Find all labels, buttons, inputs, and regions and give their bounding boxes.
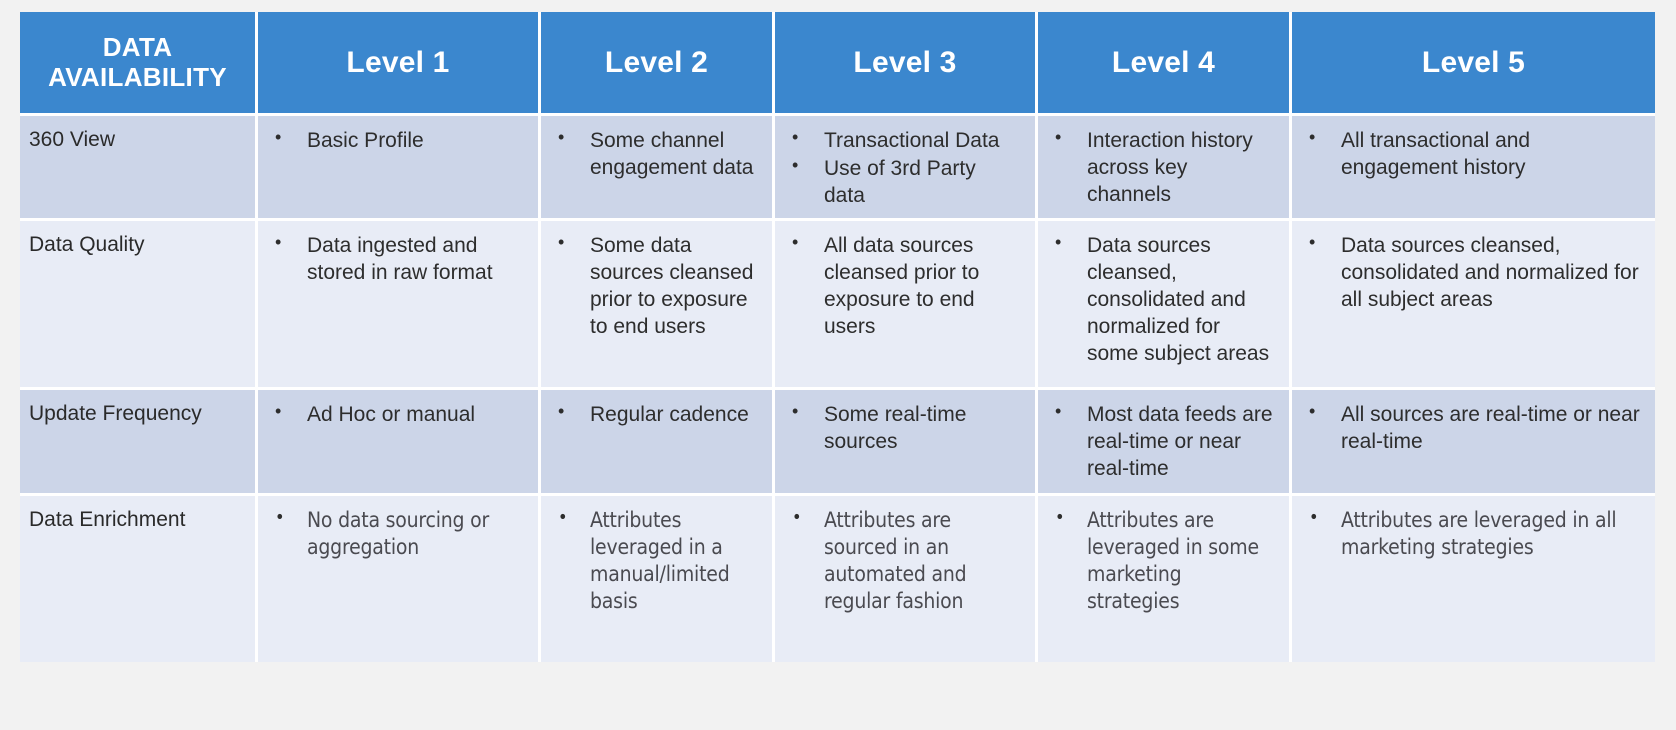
bullet-list: Interaction history across key channels xyxy=(1052,126,1275,208)
list-item: Attributes leveraged in a manual/limited… xyxy=(555,506,758,615)
bullet-list: All sources are real-time or near real-t… xyxy=(1306,400,1641,455)
header-cell-level-4: Level 4 xyxy=(1038,12,1292,113)
cell-data-enrichment-level-5: Attributes are leveraged in all marketin… xyxy=(1292,493,1655,662)
bullet-list: All transactional and engagement history xyxy=(1306,126,1641,181)
cell-data-enrichment-level-1: No data sourcing or aggregation xyxy=(258,493,541,662)
bullet-list: Basic Profile xyxy=(272,126,524,154)
cell-update-frequency-level-1: Ad Hoc or manual xyxy=(258,387,541,493)
list-item: Ad Hoc or manual xyxy=(272,400,524,428)
list-item: Some real-time sources xyxy=(789,400,1021,455)
list-item: All data sources cleansed prior to expos… xyxy=(789,231,1021,340)
bullet-list: Data sources cleansed, consolidated and … xyxy=(1306,231,1641,313)
table-row: Data Quality Data ingested and stored in… xyxy=(20,218,1655,387)
bullet-list: Attributes are leveraged in all marketin… xyxy=(1306,506,1641,561)
cell-update-frequency-level-3: Some real-time sources xyxy=(775,387,1038,493)
bullet-list: Attributes are leveraged in some marketi… xyxy=(1052,506,1275,615)
list-item: No data sourcing or aggregation xyxy=(272,506,524,561)
header-cell-level-2: Level 2 xyxy=(541,12,775,113)
list-item: All transactional and engagement history xyxy=(1306,126,1641,181)
row-label-data-quality: Data Quality xyxy=(29,233,145,256)
cell-data-quality-level-5: Data sources cleansed, consolidated and … xyxy=(1292,218,1655,387)
list-item: Some channel engagement data xyxy=(555,126,758,181)
cell-data-quality-level-2: Some data sources cleansed prior to expo… xyxy=(541,218,775,387)
bullet-list: No data sourcing or aggregation xyxy=(272,506,524,561)
row-label-360-view: 360 View xyxy=(29,128,116,151)
table-row: Data Enrichment No data sourcing or aggr… xyxy=(20,493,1655,662)
bullet-list: All data sources cleansed prior to expos… xyxy=(789,231,1021,340)
cell-update-frequency-level-4: Most data feeds are real-time or near re… xyxy=(1038,387,1292,493)
row-label-cell: Data Quality xyxy=(20,218,258,387)
row-label-cell: Data Enrichment xyxy=(20,493,258,662)
list-item: Interaction history across key channels xyxy=(1052,126,1275,208)
row-label-data-enrichment: Data Enrichment xyxy=(29,508,186,531)
table-header: DATA AVAILABILITY Level 1 Level 2 Level … xyxy=(20,12,1655,113)
list-item: Transactional Data xyxy=(789,126,1021,154)
cell-360-view-level-2: Some channel engagement data xyxy=(541,113,775,218)
table-body: 360 View Basic Profile Some channel enga… xyxy=(20,113,1655,662)
cell-update-frequency-level-2: Regular cadence xyxy=(541,387,775,493)
bullet-list: Attributes leveraged in a manual/limited… xyxy=(555,506,758,615)
header-row: DATA AVAILABILITY Level 1 Level 2 Level … xyxy=(20,12,1655,113)
header-cell-level-3: Level 3 xyxy=(775,12,1038,113)
table-row: 360 View Basic Profile Some channel enga… xyxy=(20,113,1655,218)
data-availability-maturity-table: DATA AVAILABILITY Level 1 Level 2 Level … xyxy=(20,12,1655,662)
cell-data-quality-level-1: Data ingested and stored in raw format xyxy=(258,218,541,387)
cell-update-frequency-level-5: All sources are real-time or near real-t… xyxy=(1292,387,1655,493)
cell-data-enrichment-level-2: Attributes leveraged in a manual/limited… xyxy=(541,493,775,662)
header-cell-level-5: Level 5 xyxy=(1292,12,1655,113)
list-item: Data ingested and stored in raw format xyxy=(272,231,524,286)
bullet-list: Data ingested and stored in raw format xyxy=(272,231,524,286)
cell-data-quality-level-3: All data sources cleansed prior to expos… xyxy=(775,218,1038,387)
list-item: Most data feeds are real-time or near re… xyxy=(1052,400,1275,482)
row-label-cell: 360 View xyxy=(20,113,258,218)
list-item: Data sources cleansed, consolidated and … xyxy=(1052,231,1275,367)
table-row: Update Frequency Ad Hoc or manual Regula… xyxy=(20,387,1655,493)
header-cell-level-1: Level 1 xyxy=(258,12,541,113)
bullet-list: Attributes are sourced in an automated a… xyxy=(789,506,1021,615)
bullet-list: Data sources cleansed, consolidated and … xyxy=(1052,231,1275,367)
bullet-list: Transactional Data Use of 3rd Party data xyxy=(789,126,1021,209)
list-item: Data sources cleansed, consolidated and … xyxy=(1306,231,1641,313)
cell-360-view-level-3: Transactional Data Use of 3rd Party data xyxy=(775,113,1038,218)
list-item: Use of 3rd Party data xyxy=(789,154,1021,209)
bullet-list: Some real-time sources xyxy=(789,400,1021,455)
bullet-list: Ad Hoc or manual xyxy=(272,400,524,428)
cell-data-quality-level-4: Data sources cleansed, consolidated and … xyxy=(1038,218,1292,387)
cell-data-enrichment-level-4: Attributes are leveraged in some marketi… xyxy=(1038,493,1292,662)
bullet-list: Some data sources cleansed prior to expo… xyxy=(555,231,758,340)
list-item: Attributes are leveraged in all marketin… xyxy=(1306,506,1641,561)
bullet-list: Some channel engagement data xyxy=(555,126,758,181)
row-label-cell: Update Frequency xyxy=(20,387,258,493)
list-item: Some data sources cleansed prior to expo… xyxy=(555,231,758,340)
list-item: Regular cadence xyxy=(555,400,758,428)
row-label-update-frequency: Update Frequency xyxy=(29,402,202,425)
list-item: Attributes are sourced in an automated a… xyxy=(789,506,1021,615)
list-item: Attributes are leveraged in some marketi… xyxy=(1052,506,1275,615)
list-item: All sources are real-time or near real-t… xyxy=(1306,400,1641,455)
bullet-list: Regular cadence xyxy=(555,400,758,428)
bullet-list: Most data feeds are real-time or near re… xyxy=(1052,400,1275,482)
cell-data-enrichment-level-3: Attributes are sourced in an automated a… xyxy=(775,493,1038,662)
header-cell-data-availability: DATA AVAILABILITY xyxy=(20,12,258,113)
cell-360-view-level-4: Interaction history across key channels xyxy=(1038,113,1292,218)
cell-360-view-level-5: All transactional and engagement history xyxy=(1292,113,1655,218)
cell-360-view-level-1: Basic Profile xyxy=(258,113,541,218)
list-item: Basic Profile xyxy=(272,126,524,154)
